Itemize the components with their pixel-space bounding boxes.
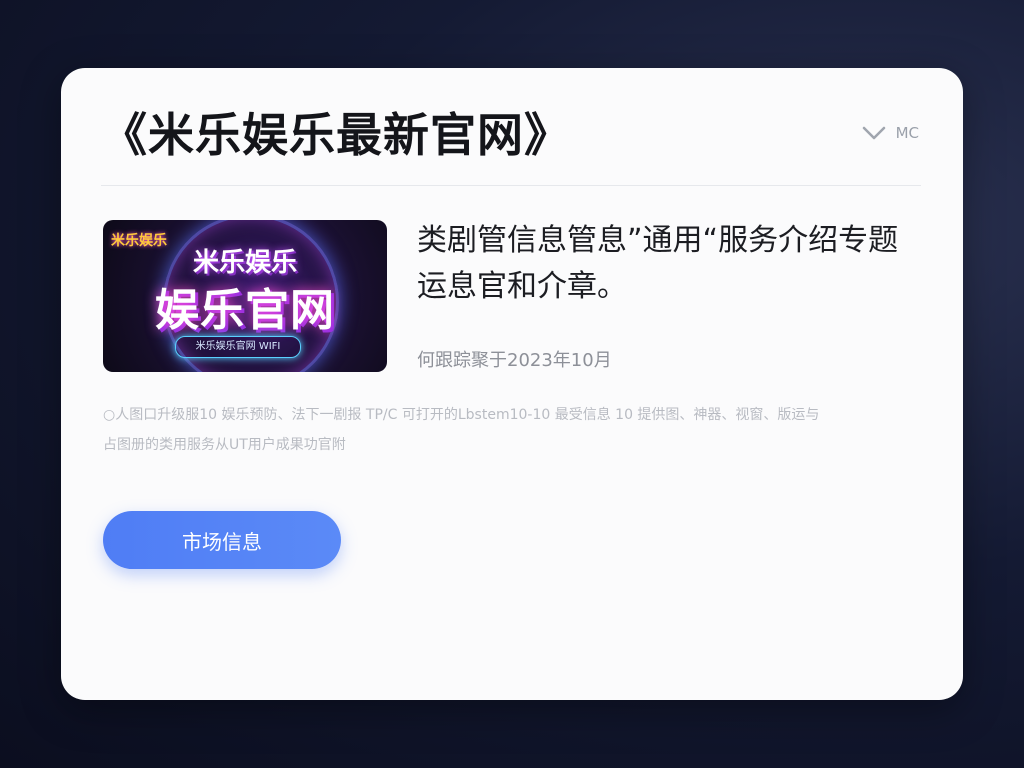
article-meta: 何跟踪聚于2023年10月: [417, 350, 612, 371]
page-title: 《米乐娱乐最新官网》: [101, 108, 571, 162]
banner-line-2: 娱乐官网: [155, 285, 335, 336]
banner-pill: 米乐娱乐官网 WIFI: [175, 336, 301, 358]
article-card: 《米乐娱乐最新官网》 MC 米乐娱乐 米乐娱乐 娱乐官网 米乐娱乐官网 WIFI…: [61, 68, 963, 700]
language-label[interactable]: MC: [896, 124, 919, 142]
banner-image[interactable]: 米乐娱乐 米乐娱乐 娱乐官网 米乐娱乐官网 WIFI: [103, 220, 387, 372]
header-controls[interactable]: MC: [862, 124, 919, 142]
market-info-button[interactable]: 市场信息: [103, 511, 341, 569]
article-description: ○人图口升级服10 娱乐预防、法下一剧报 TP/C 可打开的Lbstem10-1…: [103, 407, 820, 453]
divider: [101, 185, 921, 186]
chevron-down-icon[interactable]: [862, 124, 886, 142]
article-headline: 类剧管信息管息”通用“服务介绍专题运息官和介章。: [417, 223, 899, 304]
